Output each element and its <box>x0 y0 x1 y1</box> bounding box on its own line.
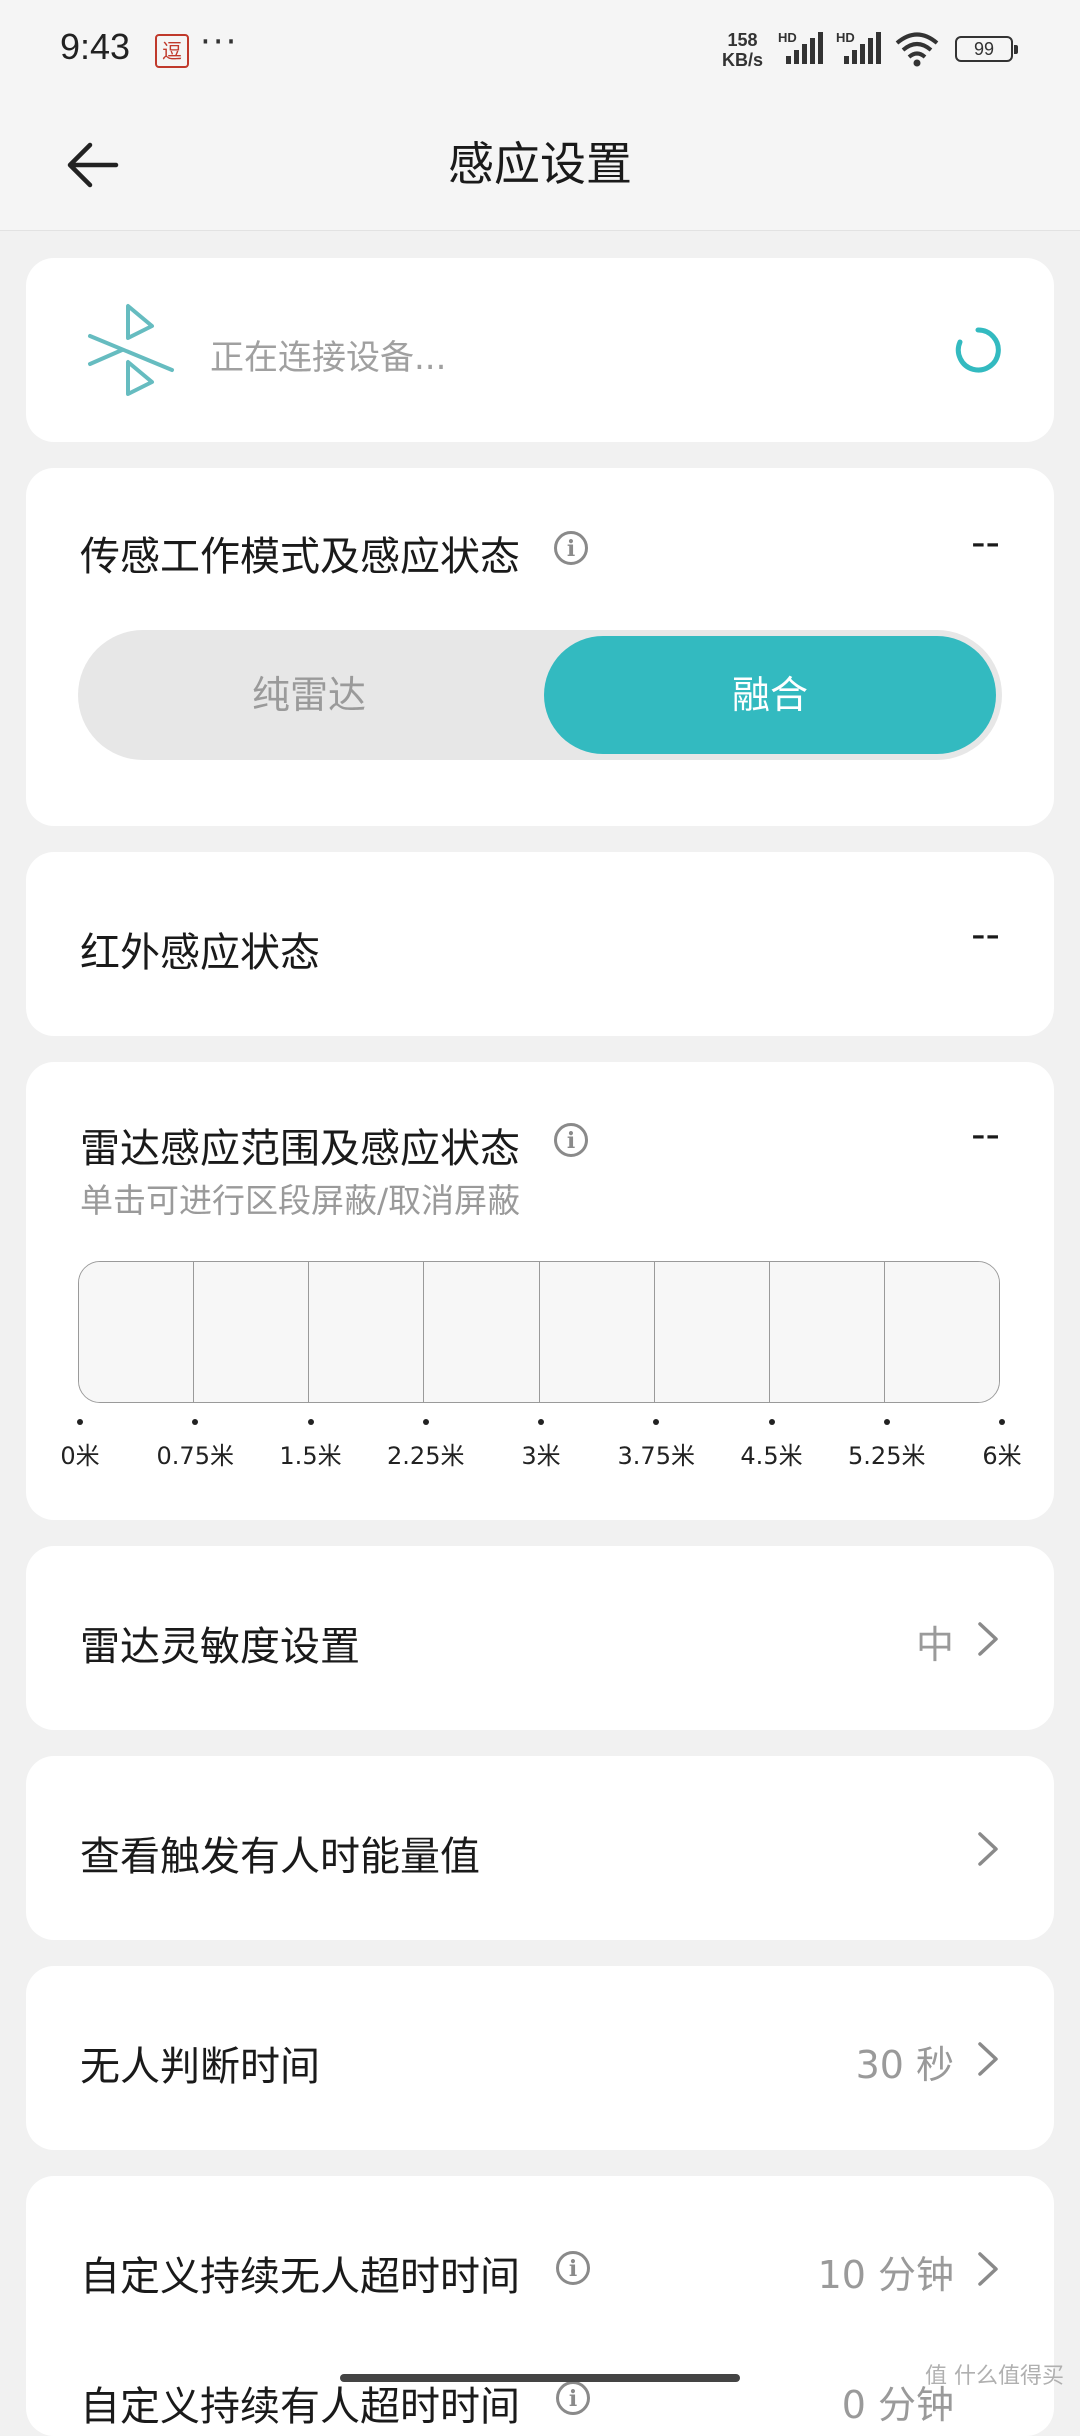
mode-option-radar[interactable]: 纯雷达 <box>78 630 540 760</box>
vacancy-time-value: 30 秒 <box>855 2043 954 2087</box>
radar-zone[interactable] <box>884 1262 999 1402</box>
battery-icon: 99 <box>955 36 1018 62</box>
sensor-mode-card: 传感工作模式及感应状态 i -- 纯雷达 融合 <box>26 468 1054 826</box>
scale-tick-dot <box>77 1419 83 1425</box>
chevron-right-icon <box>978 1832 998 1866</box>
sensitivity-row[interactable]: 雷达灵敏度设置 中 <box>26 1546 1054 1730</box>
scale-tick-label: 5.25米 <box>848 1442 926 1470</box>
scale-tick-label: 0.75米 <box>156 1442 234 1470</box>
scale-tick-dot <box>653 1419 660 1425</box>
radar-range-status: -- <box>971 1112 1000 1158</box>
page-title: 感应设置 <box>448 137 632 191</box>
home-indicator[interactable] <box>340 2374 740 2382</box>
radar-zone[interactable] <box>539 1262 655 1402</box>
status-bar: 9:43 逗 ··· 158 KB/s HD HD 99 <box>0 0 1080 100</box>
infrared-status-label: 红外感应状态 <box>80 930 320 976</box>
trigger-energy-row[interactable]: 查看触发有人时能量值 <box>26 1756 1054 1940</box>
signal-2-icon <box>844 32 881 64</box>
custom-occupied-timeout-label: 自定义持续有人超时时间 <box>80 2384 520 2430</box>
scale-tick-dot <box>768 1419 775 1425</box>
connection-card: 正在连接设备... <box>26 258 1054 442</box>
scale-tick-label: 4.5米 <box>740 1442 803 1470</box>
scale-tick-dot <box>883 1419 890 1425</box>
vacancy-time-row[interactable]: 无人判断时间 30 秒 <box>26 1966 1054 2150</box>
custom-vacant-info-icon[interactable]: i <box>556 2251 590 2285</box>
radar-range-card: 雷达感应范围及感应状态 i -- 单击可进行区段屏蔽/取消屏蔽 0米 0.75米 1… <box>26 1062 1054 1520</box>
scale-tick-label: 2.25米 <box>387 1442 465 1470</box>
radar-zone[interactable] <box>654 1262 770 1402</box>
radar-zone[interactable] <box>424 1262 540 1402</box>
scale-tick-dot <box>307 1419 314 1425</box>
sensitivity-label: 雷达灵敏度设置 <box>80 1624 360 1670</box>
custom-vacant-timeout-label: 自定义持续无人超时时间 <box>80 2254 520 2300</box>
radar-zone-bar <box>78 1261 1000 1403</box>
status-time: 9:43 <box>60 26 131 67</box>
custom-vacant-timeout-value: 10 分钟 <box>817 2253 954 2297</box>
scale-tick-dot <box>999 1419 1005 1425</box>
custom-timeout-card: 自定义持续无人超时时间 i 10 分钟 自定义持续有人超时时间 i 0 分钟 <box>26 2176 1054 2436</box>
radar-zone[interactable] <box>769 1262 885 1402</box>
network-speed-unit: KB/s <box>722 50 764 70</box>
radar-zone[interactable] <box>79 1262 195 1402</box>
scale-tick-label: 3米 <box>521 1442 561 1470</box>
top-app-bar: 感应设置 <box>0 100 1080 231</box>
scale-tick-dot <box>192 1419 199 1425</box>
network-speed-value: 158 <box>727 30 758 50</box>
scale-tick-label: 3.75米 <box>617 1442 695 1470</box>
trigger-energy-label: 查看触发有人时能量值 <box>80 1834 480 1880</box>
scale-tick-dot <box>422 1419 429 1425</box>
chevron-right-icon <box>978 2042 998 2076</box>
network-speed: 158 KB/s <box>722 30 763 70</box>
infrared-status-value: -- <box>971 912 1000 958</box>
scale-tick-label: 1.5米 <box>279 1442 342 1470</box>
loading-spinner-icon <box>955 327 1001 373</box>
radar-range-hint: 单击可进行区段屏蔽/取消屏蔽 <box>80 1181 521 1220</box>
sensor-mode-info-icon[interactable]: i <box>554 531 588 565</box>
chevron-right-icon <box>978 2252 998 2286</box>
radar-zone[interactable] <box>194 1262 310 1402</box>
custom-occupied-info-icon[interactable]: i <box>556 2381 590 2415</box>
signal-1-icon <box>786 32 823 64</box>
radar-range-label: 雷达感应范围及感应状态 <box>80 1126 520 1172</box>
mode-option-fusion[interactable]: 融合 <box>544 636 996 754</box>
more-notifications-icon: ··· <box>200 22 239 62</box>
infrared-status-card: 红外感应状态 -- <box>26 852 1054 1036</box>
vacancy-time-label: 无人判断时间 <box>80 2044 320 2090</box>
wifi-icon <box>895 32 939 67</box>
scale-tick-label: 6米 <box>982 1442 1022 1470</box>
watermark: 值 什么值得买 <box>925 2364 1064 2389</box>
bluetooth-disconnected-icon <box>88 304 174 396</box>
connection-status-text: 正在连接设备... <box>210 338 447 378</box>
scale-tick-label: 0米 <box>60 1442 100 1470</box>
radar-range-info-icon[interactable]: i <box>554 1123 588 1157</box>
app-notification-icon: 逗 <box>155 34 189 68</box>
sensor-mode-toggle[interactable]: 纯雷达 融合 <box>78 630 1002 760</box>
sensor-mode-status: -- <box>971 520 1000 566</box>
scale-tick-dot <box>538 1419 544 1425</box>
radar-zone[interactable] <box>309 1262 425 1402</box>
sensitivity-value: 中 <box>915 1623 954 1667</box>
chevron-right-icon <box>978 1622 998 1656</box>
sensor-mode-label: 传感工作模式及感应状态 <box>80 534 520 580</box>
